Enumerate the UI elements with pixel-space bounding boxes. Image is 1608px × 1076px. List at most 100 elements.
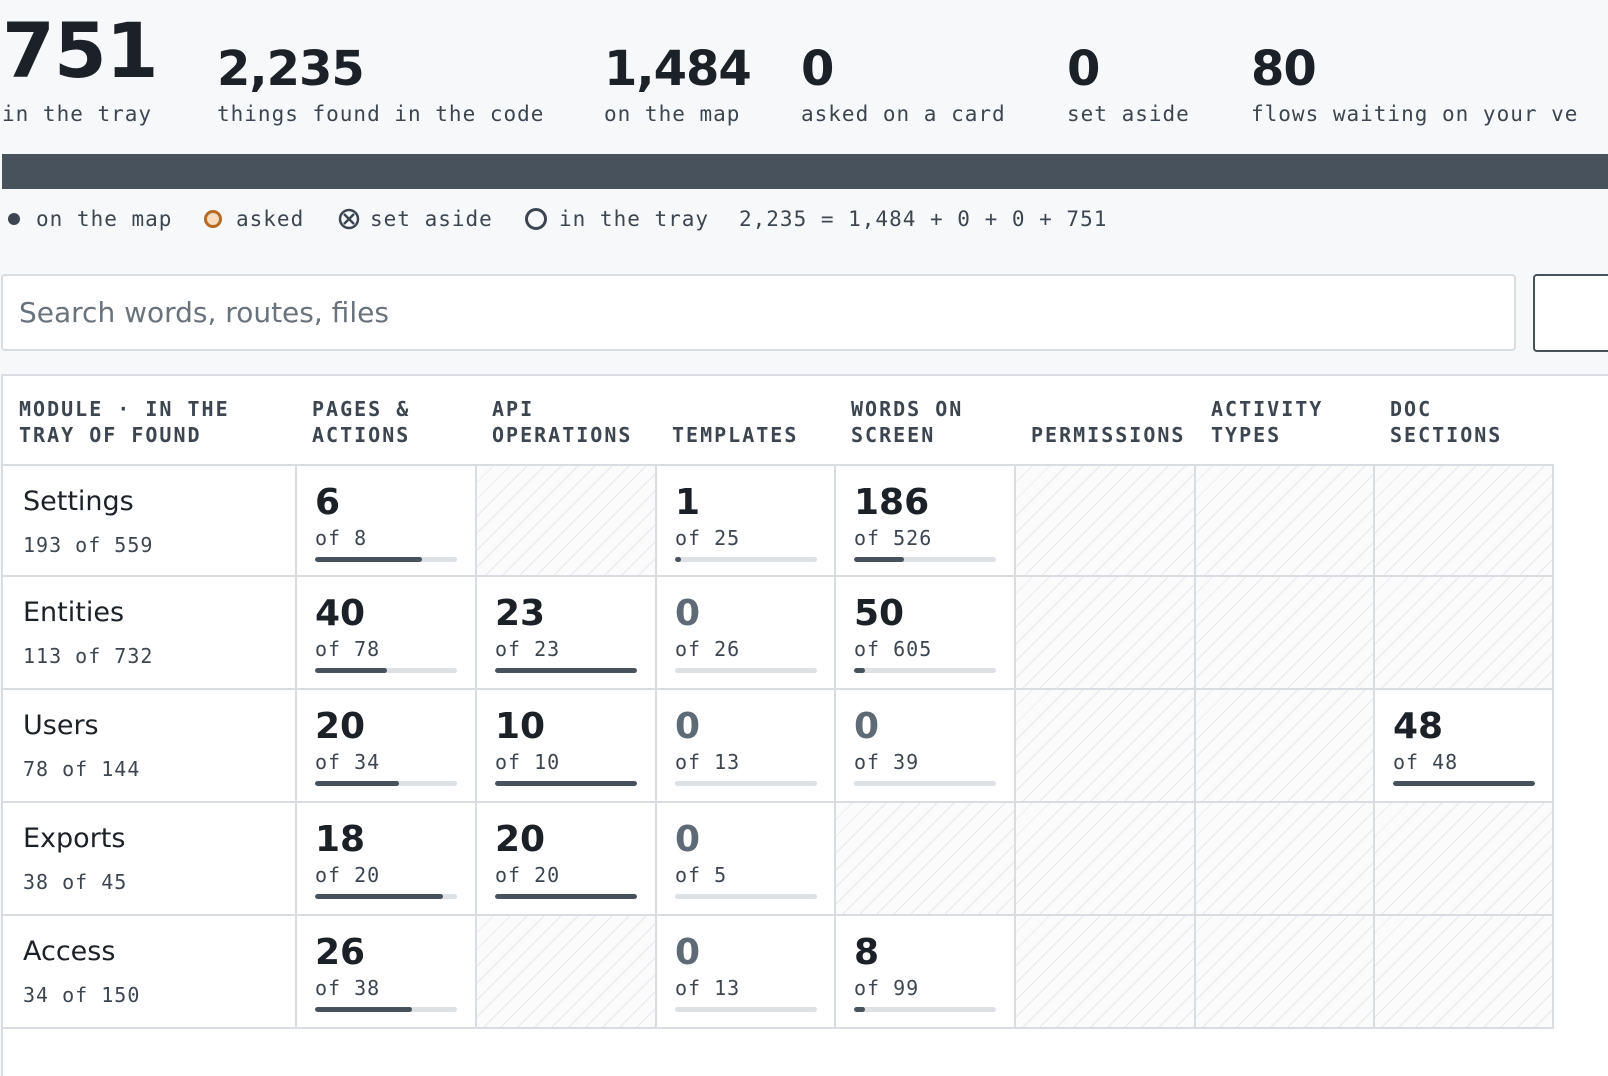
coverage-cell[interactable]: 0 of 13 bbox=[657, 916, 836, 1029]
empty-cell bbox=[477, 916, 657, 1029]
coverage-cell[interactable]: 48 of 48 bbox=[1375, 690, 1554, 803]
coverage-cell[interactable]: 186 of 526 bbox=[836, 464, 1016, 577]
coverage-cell[interactable]: 10 of 10 bbox=[477, 690, 657, 803]
table-row[interactable]: Exports 38 of 45 18 of 20 20 of 20 0 of 5 bbox=[3, 803, 1563, 916]
module-cell[interactable]: Settings 193 of 559 bbox=[3, 464, 297, 577]
legend-equation: 2,235 = 1,484 + 0 + 0 + 751 bbox=[739, 207, 1108, 231]
coverage-cell[interactable]: 18 of 20 bbox=[297, 803, 477, 916]
module-cell[interactable]: Exports 38 of 45 bbox=[3, 803, 297, 916]
coverage-total: of 526 bbox=[854, 526, 933, 550]
coverage-value: 26 bbox=[315, 932, 366, 973]
coverage-total: of 48 bbox=[1393, 750, 1459, 774]
empty-cell bbox=[1196, 464, 1375, 577]
progress-fill bbox=[315, 894, 443, 899]
module-cell[interactable]: Access 34 of 150 bbox=[3, 916, 297, 1029]
coverage-value: 18 bbox=[315, 819, 366, 860]
module-name: Settings bbox=[23, 486, 134, 517]
coverage-cell[interactable]: 20 of 20 bbox=[477, 803, 657, 916]
coverage-cell[interactable]: 0 of 13 bbox=[657, 690, 836, 803]
header-line: DOC bbox=[1390, 397, 1433, 421]
coverage-cell[interactable]: 0 of 26 bbox=[657, 577, 836, 690]
coverage-total: of 23 bbox=[495, 637, 561, 661]
column-header-label: WORDS ON SCREEN bbox=[851, 396, 963, 448]
column-header[interactable]: ACTIVITY TYPES bbox=[1211, 376, 1374, 464]
column-header-label: DOC SECTIONS bbox=[1390, 396, 1502, 448]
coverage-total: of 34 bbox=[315, 750, 381, 774]
module-tray-of-found: 34 of 150 bbox=[23, 983, 141, 1007]
empty-cell bbox=[1375, 916, 1554, 1029]
module-coverage-table: MODULE · IN THE TRAY OF FOUND PAGES & ACTIO… bbox=[1, 374, 1608, 1076]
table-row[interactable]: Entities 113 of 732 40 of 78 23 of 23 0 of 26 50… bbox=[3, 577, 1563, 690]
progress-fill bbox=[495, 668, 637, 673]
coverage-cell[interactable]: 1 of 25 bbox=[657, 464, 836, 577]
module-name: Exports bbox=[23, 823, 126, 854]
module-name: Users bbox=[23, 710, 99, 741]
progress-fill bbox=[1393, 781, 1535, 786]
header-line: TYPES bbox=[1211, 423, 1282, 447]
coverage-value: 50 bbox=[854, 593, 905, 634]
coverage-bar bbox=[2, 154, 1608, 189]
column-header-label: API OPERATIONS bbox=[492, 396, 632, 448]
progress-bar bbox=[675, 781, 817, 786]
coverage-cell[interactable]: 20 of 34 bbox=[297, 690, 477, 803]
legend-label: in the tray bbox=[559, 207, 710, 231]
stat-value: 80 bbox=[1251, 41, 1317, 97]
header-line bbox=[672, 396, 798, 422]
legend-set-aside: set aside bbox=[338, 203, 493, 235]
column-header[interactable]: MODULE · IN THE TRAY OF FOUND bbox=[19, 376, 297, 464]
coverage-total: of 13 bbox=[675, 976, 741, 1000]
coverage-cell[interactable]: 23 of 23 bbox=[477, 577, 657, 690]
empty-cell bbox=[1196, 577, 1375, 690]
progress-bar bbox=[495, 894, 637, 899]
module-tray-of-found: 78 of 144 bbox=[23, 757, 141, 781]
table-row[interactable]: Users 78 of 144 20 of 34 10 of 10 0 of 13 0 of 39… bbox=[3, 690, 1563, 803]
column-header[interactable]: TEMPLATES bbox=[672, 376, 835, 464]
progress-bar bbox=[854, 781, 996, 786]
column-header[interactable]: DOC SECTIONS bbox=[1390, 376, 1553, 464]
progress-bar bbox=[675, 894, 817, 899]
progress-fill bbox=[495, 781, 637, 786]
coverage-cell[interactable]: 8 of 99 bbox=[836, 916, 1016, 1029]
summary-stats: 751 in the tray 2,235 things found in th… bbox=[0, 0, 1608, 150]
progress-bar bbox=[675, 557, 817, 562]
legend-label: asked bbox=[236, 207, 305, 231]
progress-bar bbox=[315, 781, 457, 786]
module-tray-of-found: 193 of 559 bbox=[23, 533, 154, 557]
table-row[interactable]: Access 34 of 150 26 of 38 0 of 13 8 of 99 bbox=[3, 916, 1563, 1029]
module-cell[interactable]: Users 78 of 144 bbox=[3, 690, 297, 803]
legend-in-tray: in the tray bbox=[525, 203, 709, 235]
coverage-cell[interactable]: 0 of 39 bbox=[836, 690, 1016, 803]
coverage-cell[interactable]: 40 of 78 bbox=[297, 577, 477, 690]
column-header-label: ACTIVITY TYPES bbox=[1211, 396, 1323, 448]
column-header[interactable]: API OPERATIONS bbox=[492, 376, 656, 464]
empty-cell bbox=[836, 803, 1016, 916]
stat-label: on the map bbox=[604, 102, 741, 126]
header-line bbox=[1031, 396, 1185, 422]
coverage-cell[interactable]: 50 of 605 bbox=[836, 577, 1016, 690]
column-header-label: PERMISSIONS bbox=[1031, 396, 1185, 448]
empty-cell bbox=[1016, 690, 1196, 803]
coverage-cell[interactable]: 26 of 38 bbox=[297, 916, 477, 1029]
coverage-value: 0 bbox=[675, 932, 701, 973]
empty-cell bbox=[477, 464, 657, 577]
legend-label: set aside bbox=[370, 207, 493, 231]
column-header-label: TEMPLATES bbox=[672, 396, 798, 448]
module-cell[interactable]: Entities 113 of 732 bbox=[3, 577, 297, 690]
column-header[interactable]: PAGES & ACTIONS bbox=[312, 376, 476, 464]
coverage-value: 1 bbox=[675, 482, 701, 523]
search-input[interactable] bbox=[1, 274, 1516, 351]
table-row[interactable]: Settings 193 of 559 6 of 8 1 of 25 186 of 526 bbox=[3, 464, 1563, 577]
column-header[interactable]: PERMISSIONS bbox=[1031, 376, 1195, 464]
coverage-total: of 20 bbox=[315, 863, 381, 887]
search-button[interactable] bbox=[1533, 274, 1608, 352]
empty-cell bbox=[1196, 690, 1375, 803]
coverage-value: 0 bbox=[675, 593, 701, 634]
column-header[interactable]: WORDS ON SCREEN bbox=[851, 376, 1015, 464]
coverage-cell[interactable]: 6 of 8 bbox=[297, 464, 477, 577]
coverage-cell[interactable]: 0 of 5 bbox=[657, 803, 836, 916]
header-line: MODULE · IN THE bbox=[19, 397, 230, 421]
coverage-total: of 5 bbox=[675, 863, 728, 887]
module-name: Access bbox=[23, 936, 116, 967]
empty-cell bbox=[1196, 803, 1375, 916]
empty-cell bbox=[1016, 916, 1196, 1029]
